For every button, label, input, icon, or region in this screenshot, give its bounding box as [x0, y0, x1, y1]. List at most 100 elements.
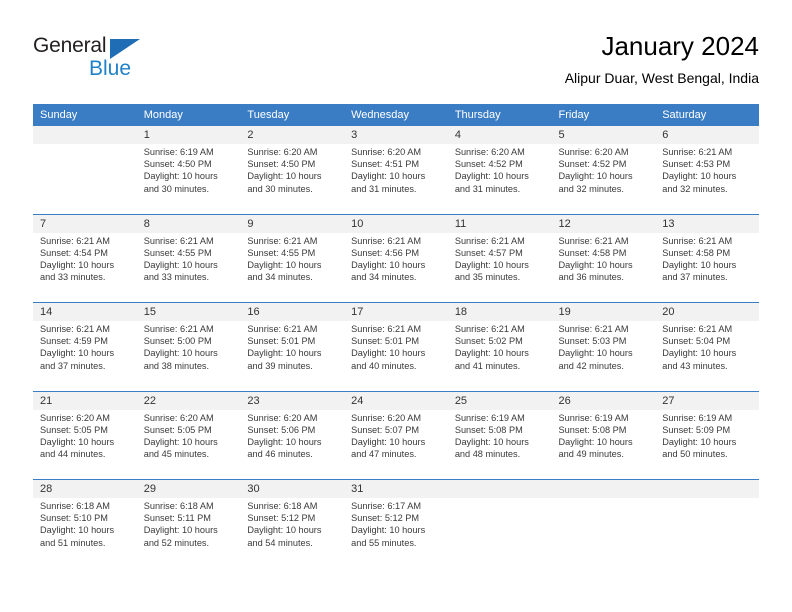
day-number[interactable]: 23 [240, 391, 345, 410]
day-daylight-2-text: and 30 minutes. [143, 183, 210, 194]
day-number[interactable]: 6 [655, 126, 759, 144]
day-number[interactable]: 14 [33, 303, 137, 321]
day-daylight-2-text: and 49 minutes. [558, 449, 624, 460]
day-daylight-1-text: Daylight: 10 hours [247, 436, 322, 447]
day-detail-row: Sunrise: 6:18 AM Sunset: 5:10 PM Daylight:… [33, 498, 759, 568]
day-number[interactable]: 5 [551, 126, 656, 144]
day-cell-empty [551, 480, 656, 498]
day-number[interactable]: 20 [655, 303, 759, 321]
day-detail-cell: Sunrise: 6:18 AM Sunset: 5:10 PM Daylight:… [33, 498, 137, 568]
day-sunrise-text: Sunrise: 6:19 AM [454, 412, 525, 423]
day-daylight-2-text: and 40 minutes. [351, 360, 417, 371]
day-number[interactable]: 24 [344, 391, 448, 410]
page-subtitle: Alipur Duar, West Bengal, India [564, 70, 759, 86]
day-number[interactable]: 11 [447, 214, 552, 233]
day-number[interactable]: 22 [136, 391, 241, 410]
day-number[interactable]: 3 [344, 126, 448, 144]
day-detail-cell: Sunrise: 6:17 AM Sunset: 5:12 PM Daylight:… [344, 498, 448, 568]
day-number[interactable]: 13 [655, 214, 759, 233]
day-daylight-2-text: and 37 minutes. [40, 360, 106, 371]
day-number[interactable]: 16 [240, 303, 345, 321]
day-sunset-text: Sunset: 4:59 PM [40, 336, 108, 347]
day-detail-cell: Sunrise: 6:21 AM Sunset: 5:04 PM Daylight:… [655, 321, 759, 391]
page-header: General Blue January 2024 Alipur Duar, W… [33, 30, 759, 98]
day-sunset-text: Sunset: 4:55 PM [247, 247, 316, 258]
day-sunset-text: Sunset: 5:09 PM [662, 424, 731, 435]
day-daylight-2-text: and 44 minutes. [40, 449, 106, 460]
day-number[interactable]: 10 [344, 214, 448, 233]
day-daylight-2-text: and 46 minutes. [247, 449, 313, 460]
day-number[interactable]: 21 [33, 391, 137, 410]
day-daylight-1-text: Daylight: 10 hours [558, 171, 633, 182]
day-number[interactable]: 26 [551, 391, 656, 410]
day-sunset-text: Sunset: 5:10 PM [40, 513, 108, 524]
day-number[interactable]: 27 [655, 391, 759, 410]
weekday-header-saturday: Saturday [655, 104, 759, 126]
day-sunset-text: Sunset: 5:02 PM [454, 336, 523, 347]
day-detail-cell: Sunrise: 6:19 AM Sunset: 4:50 PM Daylight:… [136, 144, 241, 214]
day-daylight-1-text: Daylight: 10 hours [247, 525, 322, 536]
day-detail-empty [551, 498, 656, 568]
day-daylight-1-text: Daylight: 10 hours [143, 171, 218, 182]
day-daylight-1-text: Daylight: 10 hours [143, 348, 218, 359]
day-daylight-1-text: Daylight: 10 hours [143, 436, 218, 447]
day-number[interactable]: 2 [240, 126, 345, 144]
day-number[interactable]: 1 [136, 126, 241, 144]
day-detail-cell: Sunrise: 6:19 AM Sunset: 5:08 PM Daylight:… [447, 409, 552, 480]
day-daylight-2-text: and 41 minutes. [454, 360, 521, 371]
day-sunset-text: Sunset: 4:52 PM [558, 159, 627, 170]
day-daylight-2-text: and 34 minutes. [247, 272, 313, 283]
day-sunrise-text: Sunrise: 6:20 AM [247, 412, 318, 423]
generalblue-logo: General Blue [33, 34, 233, 86]
day-sunset-text: Sunset: 4:57 PM [454, 247, 523, 258]
day-daylight-1-text: Daylight: 10 hours [40, 436, 115, 447]
day-number[interactable]: 9 [240, 214, 345, 233]
day-sunset-text: Sunset: 5:11 PM [143, 513, 211, 524]
logo-triangle-icon [110, 39, 140, 59]
day-number[interactable]: 29 [136, 480, 241, 498]
day-sunset-text: Sunset: 4:51 PM [351, 159, 420, 170]
day-daylight-1-text: Daylight: 10 hours [40, 348, 115, 359]
day-detail-cell: Sunrise: 6:20 AM Sunset: 5:05 PM Daylight:… [136, 409, 241, 480]
day-sunrise-text: Sunrise: 6:21 AM [662, 324, 733, 334]
day-sunset-text: Sunset: 5:07 PM [351, 424, 420, 435]
day-sunset-text: Sunset: 5:08 PM [454, 424, 523, 435]
day-daylight-1-text: Daylight: 10 hours [351, 259, 426, 270]
day-detail-cell: Sunrise: 6:21 AM Sunset: 4:55 PM Daylight:… [136, 232, 241, 303]
day-sunrise-text: Sunrise: 6:21 AM [247, 235, 318, 246]
day-detail-empty [655, 498, 759, 568]
day-sunrise-text: Sunrise: 6:21 AM [558, 324, 629, 334]
day-daylight-2-text: and 45 minutes. [143, 449, 210, 460]
day-number[interactable]: 7 [33, 214, 137, 233]
day-number[interactable]: 4 [447, 126, 552, 144]
day-detail-cell: Sunrise: 6:18 AM Sunset: 5:12 PM Daylight:… [240, 498, 345, 568]
day-sunrise-text: Sunrise: 6:18 AM [143, 501, 214, 511]
day-number[interactable]: 8 [136, 214, 241, 233]
day-detail-cell: Sunrise: 6:21 AM Sunset: 4:56 PM Daylight:… [344, 232, 448, 303]
day-number-row: 14 15 16 17 18 19 20 [33, 303, 759, 321]
day-number[interactable]: 25 [447, 391, 552, 410]
day-daylight-1-text: Daylight: 10 hours [558, 436, 633, 447]
day-daylight-2-text: and 43 minutes. [662, 360, 728, 371]
day-daylight-1-text: Daylight: 10 hours [662, 259, 737, 270]
day-sunrise-text: Sunrise: 6:20 AM [558, 147, 629, 157]
day-daylight-2-text: and 55 minutes. [351, 537, 417, 548]
day-detail-cell: Sunrise: 6:19 AM Sunset: 5:09 PM Daylight:… [655, 409, 759, 480]
day-daylight-2-text: and 34 minutes. [351, 272, 417, 283]
day-detail-cell: Sunrise: 6:20 AM Sunset: 4:52 PM Daylight:… [447, 144, 552, 214]
day-cell-empty [33, 126, 137, 144]
day-daylight-2-text: and 38 minutes. [143, 360, 210, 371]
day-number[interactable]: 19 [551, 303, 656, 321]
day-number[interactable]: 12 [551, 214, 656, 233]
day-number[interactable]: 17 [344, 303, 448, 321]
day-sunset-text: Sunset: 5:01 PM [351, 336, 420, 347]
weekday-header-thursday: Thursday [447, 104, 552, 126]
day-number[interactable]: 31 [344, 480, 448, 498]
day-sunrise-text: Sunrise: 6:21 AM [351, 235, 422, 246]
day-number[interactable]: 18 [447, 303, 552, 321]
day-number[interactable]: 30 [240, 480, 345, 498]
day-number[interactable]: 15 [136, 303, 241, 321]
day-number[interactable]: 28 [33, 480, 137, 498]
day-daylight-1-text: Daylight: 10 hours [454, 348, 529, 359]
day-sunset-text: Sunset: 5:03 PM [558, 336, 627, 347]
